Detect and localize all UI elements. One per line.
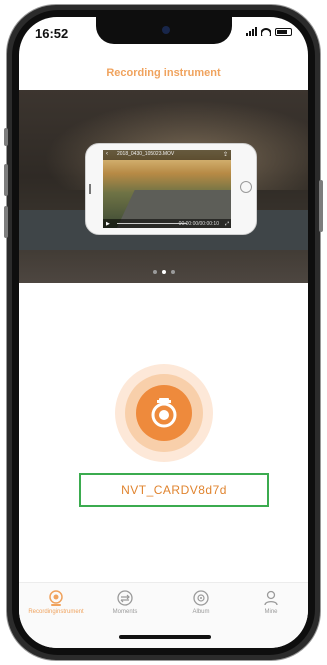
side-button-power — [319, 180, 323, 232]
tab-label: Moments — [112, 609, 138, 615]
app-screen: 16:52 Recording instrument ‹ 2018_0430_1… — [19, 17, 308, 648]
carousel-dot[interactable] — [170, 270, 175, 274]
play-icon: ▶ — [106, 221, 110, 227]
side-button-volume-down — [4, 206, 8, 238]
album-icon — [193, 590, 209, 606]
page-title: Recording instrument — [106, 67, 221, 79]
side-button-volume-up — [4, 164, 8, 196]
tab-moments[interactable]: Moments — [94, 589, 156, 615]
tab-album[interactable]: Album — [170, 589, 232, 615]
fullscreen-icon: ⤢ — [224, 221, 229, 227]
tab-label: Mine — [264, 609, 278, 615]
home-indicator[interactable] — [119, 635, 211, 639]
connect-device-button[interactable] — [115, 364, 213, 462]
banner-video-preview: ‹ 2018_0430_105023.MOV ⇪ ▶ 00:00:00/00:0… — [103, 150, 231, 228]
video-timestamp: 00:00:00/00:00:10 — [178, 221, 219, 227]
wifi-icon — [261, 28, 271, 36]
video-controls: ▶ 00:00:00/00:00:10 ⤢ — [103, 219, 231, 228]
banner-phone-home-button — [240, 181, 252, 193]
tab-recording-instrument[interactable]: Recordinginstrument — [25, 589, 87, 615]
person-icon — [264, 590, 278, 606]
video-progress-track — [117, 223, 187, 224]
device-name-label[interactable]: NVT_CARDV8d7d — [79, 473, 269, 507]
banner-carousel[interactable]: ‹ 2018_0430_105023.MOV ⇪ ▶ 00:00:00/00:0… — [19, 90, 308, 283]
back-icon: ‹ — [106, 151, 108, 157]
tab-label: Album — [192, 609, 210, 615]
front-camera — [162, 26, 170, 34]
tab-mine[interactable]: Mine — [240, 589, 302, 615]
notch — [96, 17, 232, 44]
video-file-name: 2018_0430_105023.MOV — [117, 151, 175, 157]
banner-phone-button — [89, 184, 91, 194]
camera-icon — [49, 590, 63, 606]
status-icons — [246, 27, 292, 36]
carousel-dot-active[interactable] — [161, 270, 166, 274]
carousel-dot[interactable] — [152, 270, 157, 274]
side-button-mute — [4, 128, 8, 146]
video-top-bar: ‹ 2018_0430_105023.MOV ⇪ — [103, 150, 231, 160]
banner-phone-image: ‹ 2018_0430_105023.MOV ⇪ ▶ 00:00:00/00:0… — [85, 143, 257, 235]
carousel-pager — [19, 270, 308, 274]
connect-core — [136, 385, 192, 441]
signal-icon — [246, 27, 257, 36]
status-time: 16:52 — [35, 26, 69, 41]
share-icon: ⇪ — [222, 152, 228, 158]
connect-ring — [125, 374, 203, 452]
dashcam-icon — [151, 398, 177, 428]
tab-label: Recordinginstrument — [28, 609, 84, 615]
moments-icon — [117, 590, 133, 606]
battery-icon — [275, 28, 292, 36]
